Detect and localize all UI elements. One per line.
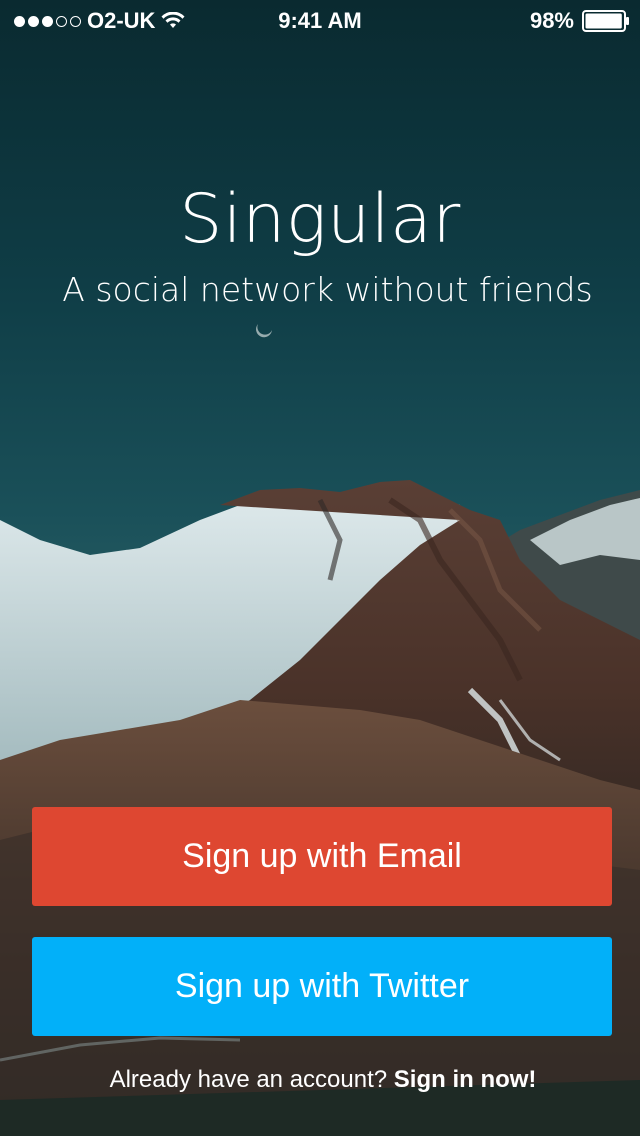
app-title: Singular <box>179 180 461 259</box>
signup-twitter-button[interactable]: Sign up with Twitter <box>32 937 612 1036</box>
battery-icon <box>582 10 629 32</box>
signin-row: Already have an account? Sign in now! <box>0 1066 640 1094</box>
signup-email-button[interactable]: Sign up with Email <box>32 807 612 906</box>
status-bar: O2-UK 9:41 AM 98% <box>0 0 640 40</box>
signin-prompt: Already have an account? <box>109 1066 388 1093</box>
signup-screen: O2-UK 9:41 AM 98% Singular A social netw… <box>0 0 640 1136</box>
signin-link[interactable]: Sign in now! <box>394 1066 537 1093</box>
status-right: 98% <box>530 8 630 34</box>
app-tagline: A social network without friends <box>62 270 593 309</box>
battery-percentage: 98% <box>529 8 574 33</box>
